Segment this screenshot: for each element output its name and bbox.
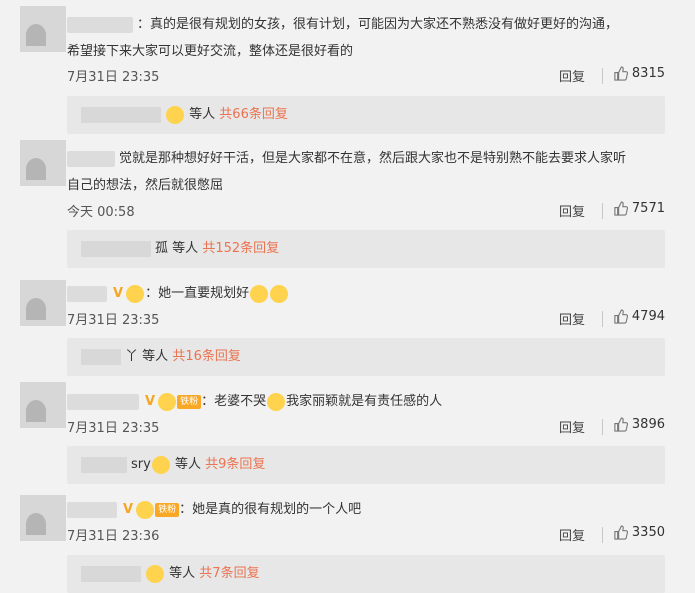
thumbs-up-icon	[614, 417, 628, 432]
thumbs-up-icon	[614, 525, 628, 540]
divider	[602, 419, 603, 435]
like-count: 8315	[631, 66, 665, 81]
heart-badge-icon	[136, 500, 155, 519]
like-button[interactable]: 4794	[613, 309, 665, 324]
heart-badge-icon	[158, 392, 177, 411]
timestamp: 7月31日 23:35	[67, 70, 160, 85]
reply-count-link[interactable]: 共16条回复	[172, 349, 241, 364]
sub-replies[interactable]: 丫 等人 共16条回复	[67, 338, 665, 376]
replier-name	[81, 456, 127, 473]
reply-button[interactable]: 回复	[559, 417, 585, 436]
reply-button[interactable]: 回复	[559, 66, 585, 85]
reply-button[interactable]: 回复	[559, 201, 585, 220]
comment-text: 觉就是那种想好好干活，但是大家都不在意，然后跟大家也不是特别熟不能去要求人家听自…	[67, 150, 627, 193]
sub-replies[interactable]: sry 等人 共9条回复	[67, 446, 665, 484]
comment-text: V 铁粉 ：老婆不哭 我家丽颖就是有责任感的人	[67, 388, 665, 415]
replier-name	[81, 348, 121, 365]
verified-icon: V	[145, 394, 156, 409]
heart-badge-icon	[146, 564, 164, 583]
timestamp: 7月31日 23:35	[67, 313, 160, 328]
like-button[interactable]: 3350	[613, 525, 665, 540]
comment-meta: 7月31日 23:35 回复 3896	[67, 417, 665, 437]
like-count: 3350	[631, 525, 665, 540]
comment-meta: 今天 00:58 回复 7571	[67, 201, 665, 221]
timestamp: 7月31日 23:35	[67, 421, 160, 436]
crying-emoji-icon	[250, 284, 269, 303]
sub-replies[interactable]: 孤 等人 共152条回复	[67, 230, 665, 268]
reply-button[interactable]: 回复	[559, 525, 585, 544]
divider	[602, 68, 603, 84]
username[interactable]	[67, 393, 139, 410]
comment-text: ：真的是很有规划的女孩，很有计划，可能因为大家还不熟悉没有做好更好的沟通， 希望接…	[67, 16, 619, 59]
heart-badge-icon	[166, 105, 184, 124]
replier-name	[81, 106, 161, 123]
username[interactable]	[67, 150, 115, 167]
avatar[interactable]	[20, 495, 66, 541]
divider	[602, 203, 603, 219]
like-count: 3896	[631, 417, 665, 432]
avatar[interactable]	[20, 382, 66, 428]
like-button[interactable]: 7571	[613, 201, 665, 216]
comment-text: V 铁粉 ：她是真的很有规划的一个人吧	[67, 496, 665, 523]
thumbs-up-icon	[614, 66, 628, 81]
fan-badge: 铁粉	[155, 502, 180, 517]
timestamp: 今天 00:58	[67, 205, 135, 220]
reply-count-link[interactable]: 共7条回复	[199, 566, 259, 581]
heart-badge-icon	[151, 455, 170, 474]
thumbs-up-icon	[614, 309, 628, 324]
reply-button[interactable]: 回复	[559, 309, 585, 328]
reply-count-link[interactable]: 共9条回复	[205, 457, 265, 472]
verified-icon: V	[113, 286, 124, 301]
avatar[interactable]	[20, 6, 66, 52]
replier-name	[81, 565, 141, 582]
hug-emoji-icon	[267, 392, 286, 411]
comment-meta: 7月31日 23:36 回复 3350	[67, 525, 665, 545]
comment-meta: 7月31日 23:35 回复 4794	[67, 309, 665, 329]
avatar[interactable]	[20, 280, 66, 326]
divider	[602, 311, 603, 327]
verified-icon: V	[123, 502, 134, 517]
heart-badge-icon	[126, 284, 145, 303]
like-button[interactable]: 3896	[613, 417, 665, 432]
reply-count-link[interactable]: 共66条回复	[219, 107, 288, 122]
sub-replies[interactable]: 等人 共7条回复	[67, 555, 665, 593]
thumbs-up-icon	[614, 201, 628, 216]
comment-text: V ：她一直要规划好	[67, 280, 665, 307]
divider	[602, 527, 603, 543]
timestamp: 7月31日 23:36	[67, 529, 160, 544]
username[interactable]	[67, 285, 107, 302]
like-count: 4794	[631, 309, 665, 324]
comment-meta: 7月31日 23:35 回复 8315	[67, 66, 665, 86]
fan-badge: 铁粉	[177, 394, 202, 409]
avatar[interactable]	[20, 140, 66, 186]
sub-replies[interactable]: 等人 共66条回复	[67, 96, 665, 134]
username[interactable]	[67, 16, 133, 33]
replier-name	[81, 240, 151, 257]
like-count: 7571	[631, 201, 665, 216]
reply-count-link[interactable]: 共152条回复	[202, 241, 279, 256]
crying-emoji-icon	[270, 284, 289, 303]
like-button[interactable]: 8315	[613, 66, 665, 81]
username[interactable]	[67, 501, 117, 518]
